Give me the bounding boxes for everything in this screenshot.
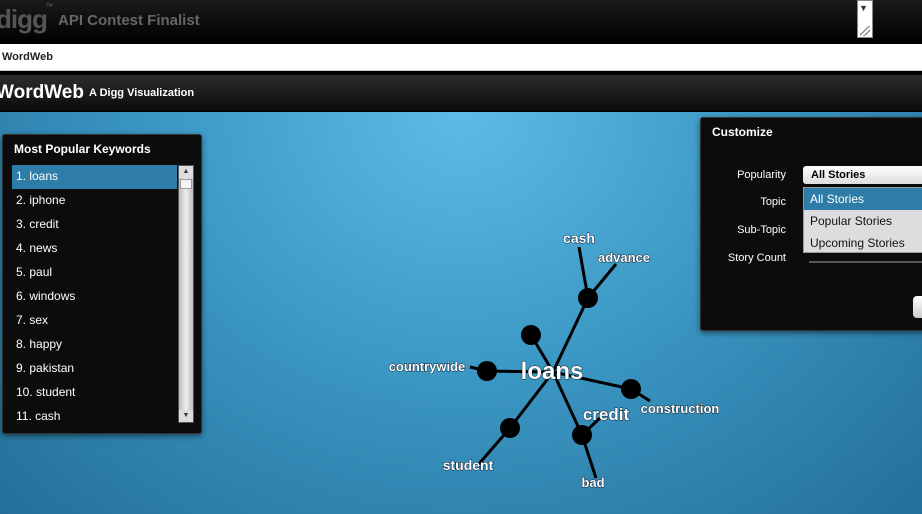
keywords-scrollbar[interactable]: ▲ ▼ bbox=[178, 165, 194, 423]
customize-panel: Customize Popularity Topic Sub-Topic Sto… bbox=[700, 117, 922, 331]
subtopic-label: Sub-Topic bbox=[737, 224, 786, 236]
keyword-item-pakistan[interactable]: 9. pakistan bbox=[12, 357, 177, 381]
keyword-item-student[interactable]: 10. student bbox=[12, 381, 177, 405]
story-count-slider[interactable] bbox=[809, 261, 922, 263]
keywords-title: Most Popular Keywords bbox=[14, 142, 151, 156]
keyword-item-iphone[interactable]: 2. iphone bbox=[12, 189, 177, 213]
keyword-item-cash[interactable]: 11. cash bbox=[12, 405, 177, 429]
keyword-item-happy[interactable]: 8. happy bbox=[12, 333, 177, 357]
node-credit bbox=[572, 425, 592, 445]
keyword-item-windows[interactable]: 6. windows bbox=[12, 285, 177, 309]
node-small bbox=[521, 325, 541, 345]
popularity-select[interactable]: All Stories bbox=[803, 166, 922, 184]
keywords-list: 1. loans 2. iphone 3. credit 4. news 5. … bbox=[12, 165, 177, 423]
word-center: loans bbox=[521, 358, 584, 385]
topic-label: Topic bbox=[760, 196, 786, 208]
customize-title: Customize bbox=[712, 125, 773, 139]
popularity-dropdown: All Stories Popular Stories Upcoming Sto… bbox=[803, 187, 922, 253]
keyword-item-paul[interactable]: 5. paul bbox=[12, 261, 177, 285]
keywords-panel: Most Popular Keywords 1. loans 2. iphone… bbox=[2, 134, 202, 434]
option-all-stories[interactable]: All Stories bbox=[804, 188, 922, 210]
word-countrywide: countrywide bbox=[389, 359, 466, 374]
word-advance: advance bbox=[598, 250, 650, 265]
keyword-item-loans[interactable]: 1. loans bbox=[12, 165, 177, 189]
word-construction: construction bbox=[641, 401, 720, 416]
word-credit: credit bbox=[583, 405, 630, 424]
node-cash bbox=[578, 288, 598, 308]
scroll-thumb[interactable] bbox=[180, 179, 192, 189]
option-upcoming-stories[interactable]: Upcoming Stories bbox=[804, 232, 922, 254]
scroll-down-icon[interactable]: ▼ bbox=[179, 410, 193, 422]
option-popular-stories[interactable]: Popular Stories bbox=[804, 210, 922, 232]
apply-button[interactable] bbox=[913, 296, 922, 318]
node-student bbox=[500, 418, 520, 438]
node-construction bbox=[621, 379, 641, 399]
story-count-label: Story Count bbox=[727, 252, 786, 264]
word-student: student bbox=[443, 457, 494, 473]
scroll-up-icon[interactable]: ▲ bbox=[179, 166, 193, 178]
popularity-label: Popularity bbox=[737, 169, 786, 181]
word-bad: bad bbox=[581, 475, 604, 490]
keyword-item-credit[interactable]: 3. credit bbox=[12, 213, 177, 237]
keyword-item-sex[interactable]: 7. sex bbox=[12, 309, 177, 333]
keyword-item-news[interactable]: 4. news bbox=[12, 237, 177, 261]
word-cash: cash bbox=[563, 230, 595, 246]
node-countrywide bbox=[477, 361, 497, 381]
